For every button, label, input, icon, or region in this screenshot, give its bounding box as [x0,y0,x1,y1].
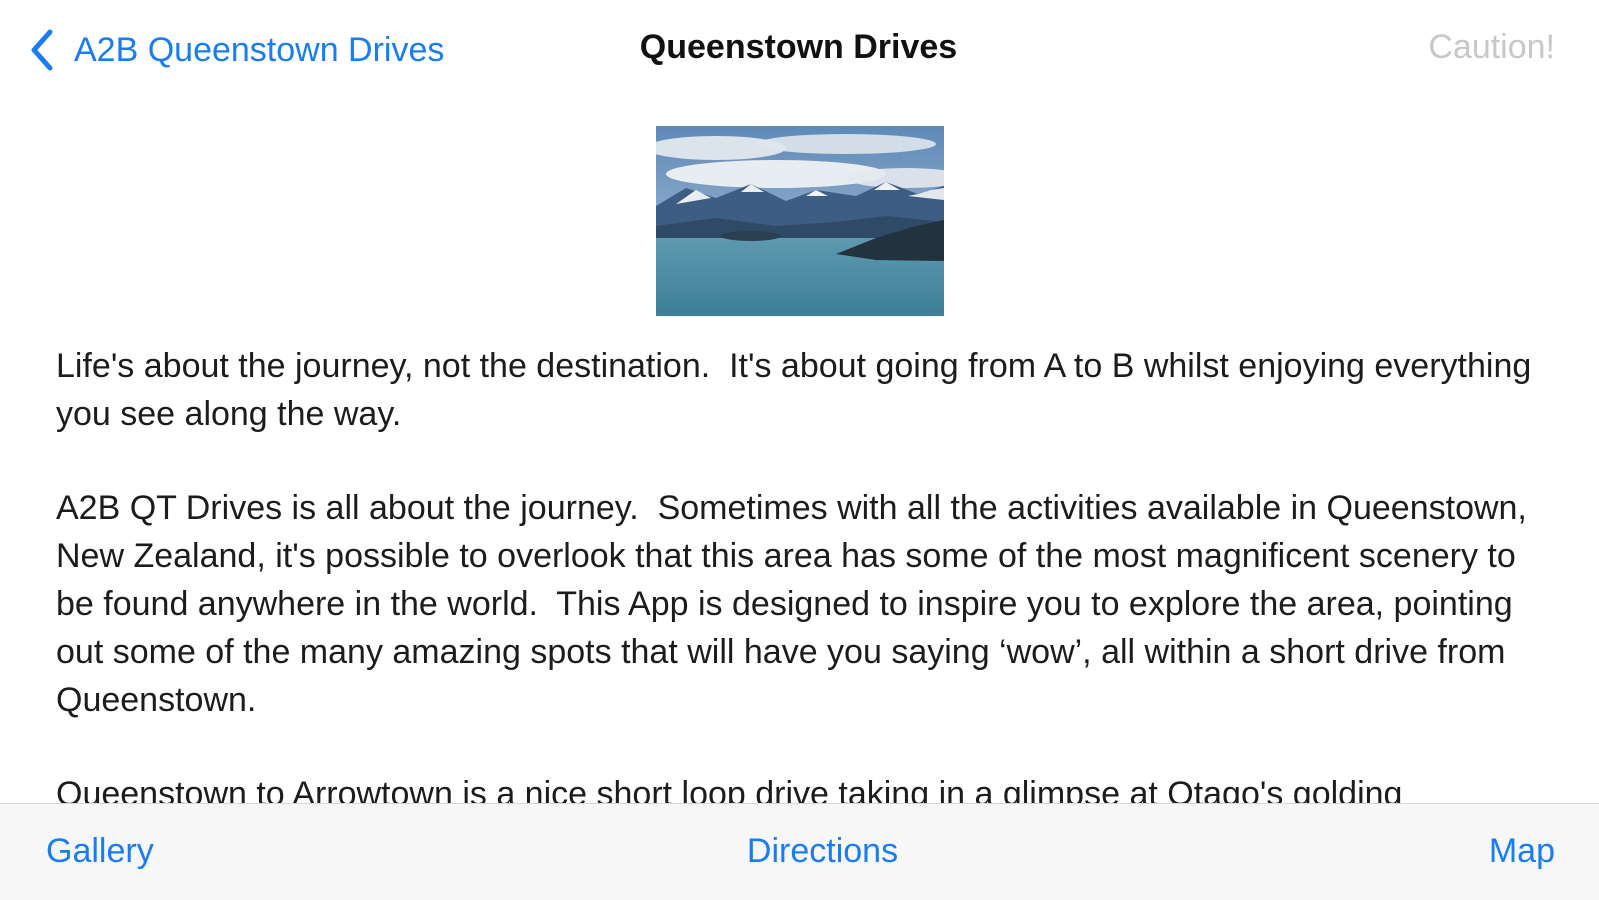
back-button[interactable]: A2B Queenstown Drives [28,24,444,76]
chevron-left-icon [28,28,58,72]
description-text: Life's about the journey, not the destin… [56,342,1546,803]
back-button-label: A2B Queenstown Drives [74,30,445,69]
directions-button[interactable]: Directions [747,832,898,870]
map-button[interactable]: Map [1489,832,1555,871]
paragraph: Life's about the journey, not the destin… [56,347,1541,433]
caution-button[interactable]: Caution! [1428,28,1555,67]
navigation-bar: A2B Queenstown Drives Queenstown Drives … [0,0,1599,100]
screen: A2B Queenstown Drives Queenstown Drives … [0,0,1599,900]
paragraph: Queenstown to Arrowtown is a nice short … [56,775,1403,803]
paragraph: A2B QT Drives is all about the journey. … [56,489,1537,719]
page-title: Queenstown Drives [639,28,958,66]
bottom-toolbar: Gallery Directions Map [0,803,1599,900]
hero-image [656,126,944,316]
content-scroll-view[interactable]: Life's about the journey, not the destin… [0,100,1599,803]
